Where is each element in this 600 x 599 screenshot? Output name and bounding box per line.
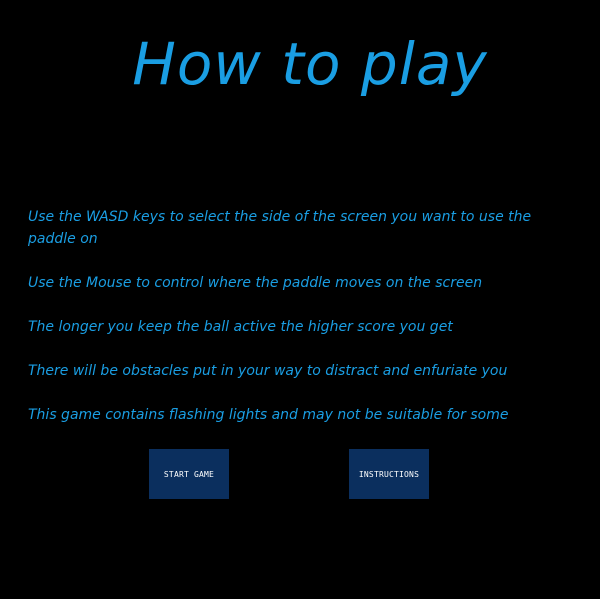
instruction-item: Use the WASD keys to select the side of …: [28, 209, 532, 247]
how-to-play-screen: How to play Use the WASD keys to select …: [0, 0, 600, 599]
start-game-button[interactable]: START GAME: [149, 449, 229, 499]
page-title: How to play: [132, 30, 488, 98]
instruction-item: Use the Mouse to control where the paddl…: [28, 275, 483, 291]
instruction-item: The longer you keep the ball active the …: [28, 319, 453, 335]
instructions-list: Use the WASD keys to select the side of …: [28, 206, 573, 448]
instruction-item: This game contains flashing lights and m…: [28, 407, 509, 423]
instruction-item: There will be obstacles put in your way …: [28, 363, 508, 379]
instructions-button[interactable]: INSTRUCTIONS: [349, 449, 429, 499]
